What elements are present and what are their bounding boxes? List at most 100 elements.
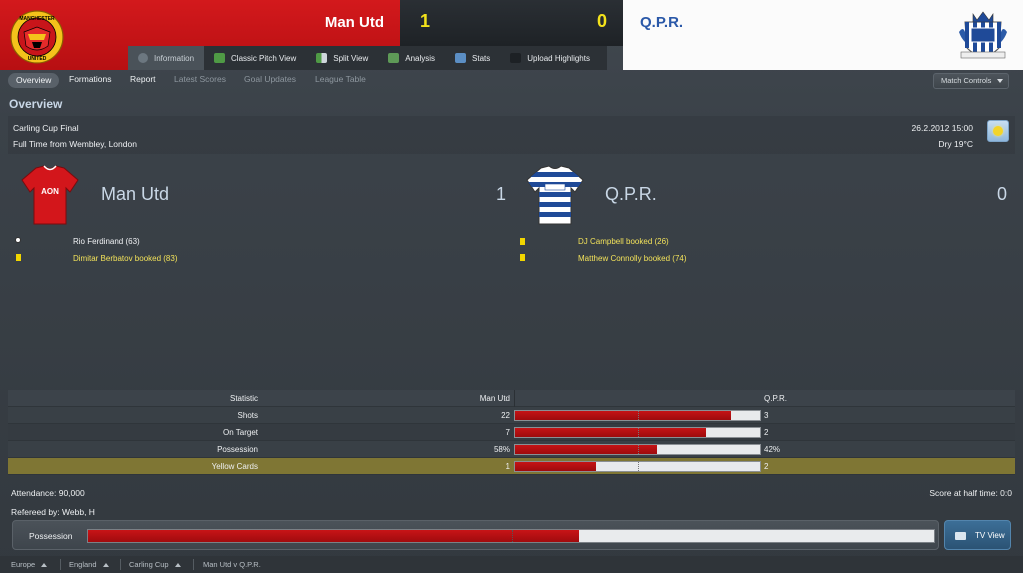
stat-bar-fill [515, 445, 658, 454]
tab-split-view[interactable]: Split View [306, 46, 378, 70]
qpr-crest-icon [955, 8, 1011, 66]
stat-bar-midline [638, 411, 639, 420]
away-goals: 0 [997, 184, 1008, 204]
away-team-name[interactable]: Q.P.R. [640, 14, 683, 31]
pitch-icon [214, 53, 226, 63]
column-divider [514, 390, 515, 407]
possession-bar [87, 529, 935, 543]
breadcrumb-label: Carling Cup [129, 560, 169, 569]
tab-label: Split View [333, 53, 369, 63]
stat-away-value: 2 [764, 428, 769, 437]
tab-label: Analysis [405, 53, 436, 63]
stats-header-label: Statistic [229, 394, 258, 403]
stats-header-home: Man Utd [479, 394, 510, 403]
chevron-up-icon [41, 563, 48, 568]
stat-bar-midline [638, 462, 639, 471]
tab-stats[interactable]: Stats [445, 46, 500, 70]
stats-row-highlighted: Yellow Cards 1 2 [8, 458, 1015, 475]
breadcrumb-europe[interactable]: Europe [11, 560, 48, 569]
home-event-booking[interactable]: Dimitar Berbatov booked (83) [73, 254, 178, 263]
subnav-league-table[interactable]: League Table [315, 74, 366, 84]
yellow-card-icon [16, 254, 21, 261]
breadcrumb-england[interactable]: England [69, 560, 109, 569]
away-event-booking[interactable]: Matthew Connolly booked (74) [578, 254, 687, 263]
stat-home-value: 7 [505, 428, 510, 437]
chevron-down-icon [997, 79, 1003, 83]
away-score: 0 [596, 11, 607, 31]
camera-icon [510, 53, 522, 63]
stats-header-away: Q.P.R. [764, 394, 787, 403]
stats-row: Shots 22 3 [8, 407, 1015, 424]
chevron-up-icon [174, 563, 181, 568]
halftime-score-text: Score at half time: 0:0 [929, 488, 1012, 498]
subnav-formations[interactable]: Formations [69, 74, 112, 84]
ball-icon [15, 237, 21, 243]
breadcrumb-label: Europe [11, 560, 36, 569]
competition-name[interactable]: Carling Cup Final [13, 123, 79, 133]
view-tabs: Information Classic Pitch View Split Vie… [128, 46, 607, 70]
tab-information[interactable]: Information [128, 46, 205, 70]
stats-header-row: Statistic Man Utd Q.P.R. [8, 390, 1015, 407]
tv-icon [955, 532, 966, 540]
away-team-title[interactable]: Q.P.R. [605, 184, 657, 205]
stat-home-value: 22 [501, 411, 510, 420]
stat-label: Possession [217, 445, 258, 454]
possession-panel: Possession [12, 520, 939, 550]
chevron-up-icon [102, 563, 109, 568]
stat-bar [514, 427, 761, 438]
tab-upload-highlights[interactable]: Upload Highlights [500, 46, 600, 70]
scoreboard: 1 0 [400, 0, 623, 46]
tab-label: Information [154, 53, 195, 63]
stats-table: Statistic Man Utd Q.P.R. Shots 22 3 On T… [8, 390, 1015, 475]
home-event-goal[interactable]: Rio Ferdinand (63) [73, 237, 140, 246]
home-goals: 1 [496, 184, 507, 204]
yellow-card-icon [520, 254, 525, 261]
breadcrumb-match[interactable]: Man Utd v Q.P.R. [203, 560, 261, 569]
breadcrumb-divider [120, 559, 121, 570]
away-kit-icon [525, 164, 585, 226]
stat-home-value: 1 [505, 462, 510, 471]
tab-analysis[interactable]: Analysis [378, 46, 445, 70]
stat-bar-fill [515, 428, 707, 437]
referee-text[interactable]: Refereed by: Webb, H [11, 507, 95, 517]
subnav-report[interactable]: Report [130, 74, 156, 84]
possession-label: Possession [29, 531, 73, 541]
tab-label: Classic Pitch View [231, 53, 297, 63]
stat-bar [514, 444, 761, 455]
stat-away-value: 42% [764, 445, 781, 454]
subnav-latest-scores[interactable]: Latest Scores [174, 74, 226, 84]
stat-bar [514, 461, 761, 472]
analysis-icon [388, 53, 400, 63]
match-controls-dropdown[interactable]: Match Controls [933, 73, 1009, 89]
split-view-icon [316, 53, 328, 63]
stat-away-value: 2 [764, 462, 769, 471]
subnav-goal-updates[interactable]: Goal Updates [244, 74, 296, 84]
venue-text: Full Time from Wembley, London [13, 139, 137, 149]
home-team-title[interactable]: Man Utd [101, 184, 169, 205]
subnav-overview[interactable]: Overview [8, 73, 60, 88]
possession-bar-fill [88, 530, 579, 542]
yellow-card-icon [520, 238, 525, 245]
breadcrumb-carling-cup[interactable]: Carling Cup [129, 560, 181, 569]
stats-icon [455, 53, 467, 63]
stat-bar-fill [515, 462, 596, 471]
away-event-booking[interactable]: DJ Campbell booked (26) [578, 237, 669, 246]
away-team-banner: Q.P.R. [623, 0, 1023, 70]
breadcrumb-divider [60, 559, 61, 570]
tv-view-label: TV View [975, 531, 1005, 540]
sub-navigation: Overview Formations Report Latest Scores… [0, 70, 1023, 92]
tv-view-button[interactable]: TV View [944, 520, 1011, 550]
sunny-icon [987, 120, 1009, 142]
stat-home-value: 58% [493, 445, 510, 454]
breadcrumb-label: England [69, 560, 97, 569]
stat-bar-midline [638, 428, 639, 437]
tab-label: Upload Highlights [527, 53, 590, 63]
svg-text:MANCHESTER: MANCHESTER [19, 16, 55, 22]
home-team-name[interactable]: Man Utd [325, 14, 384, 31]
match-controls-label: Match Controls [941, 76, 992, 85]
tab-classic-pitch-view[interactable]: Classic Pitch View [204, 46, 306, 70]
page-title: Overview [9, 97, 63, 111]
match-header: MANCHESTER UNITED Man Utd 1 0 Q.P.R. Inf… [0, 0, 1023, 70]
stat-away-value: 3 [764, 411, 769, 420]
stat-bar-midline [638, 445, 639, 454]
